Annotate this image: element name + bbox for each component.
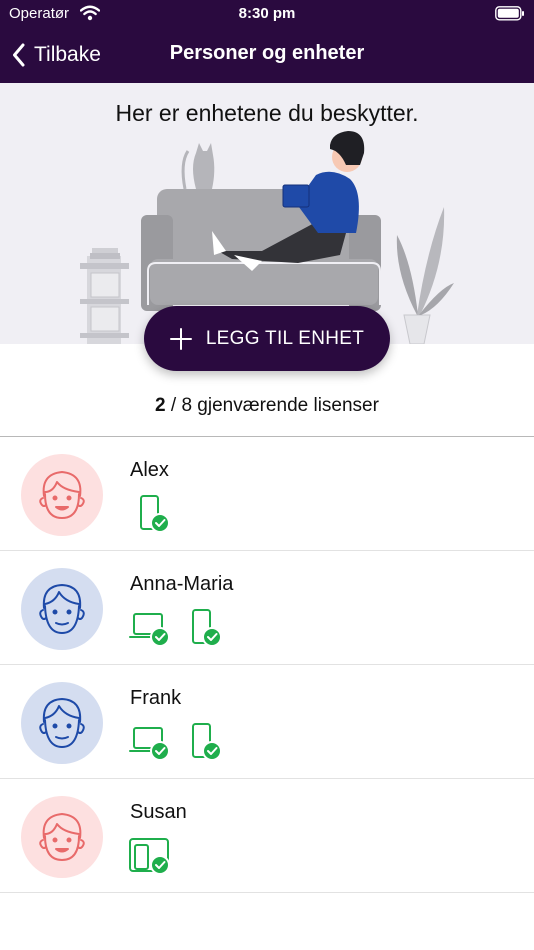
avatar xyxy=(21,796,103,878)
add-device-label: LEGG TIL ENHET xyxy=(205,327,365,349)
navigation-bar: Tilbake Personer og enheter xyxy=(0,28,534,83)
laptop-protected-icon xyxy=(129,727,170,761)
adult-face-icon xyxy=(39,698,85,748)
person-name: Anna-Maria xyxy=(130,573,234,595)
hero-banner: Her er enhetene du beskytter. xyxy=(0,83,534,344)
license-count: 2 / 8 gjenværende lisenser xyxy=(0,395,534,417)
phone-protected-icon xyxy=(192,609,222,647)
back-button[interactable]: Tilbake xyxy=(12,40,101,70)
license-rest: / 8 gjenværende lisenser xyxy=(165,395,379,416)
tablet-protected-icon xyxy=(129,838,170,875)
laptop-protected-icon xyxy=(129,613,170,647)
status-time: 8:30 pm xyxy=(238,5,296,22)
person-row-alex[interactable]: Alex xyxy=(0,437,534,551)
avatar xyxy=(21,454,103,536)
person-row-anna-maria[interactable]: Anna-Maria xyxy=(0,551,534,665)
license-used: 2 xyxy=(155,395,166,416)
row-divider xyxy=(0,892,534,893)
avatar xyxy=(21,568,103,650)
plus-icon xyxy=(169,327,192,350)
person-name: Alex xyxy=(130,459,169,481)
back-label: Tilbake xyxy=(34,43,101,66)
adult-face-icon xyxy=(39,584,85,634)
chevron-left-icon xyxy=(13,43,25,67)
battery-icon xyxy=(495,6,524,21)
status-bar: Operatør 8:30 pm xyxy=(0,0,534,28)
person-name: Susan xyxy=(130,801,187,823)
person-row-frank[interactable]: Frank xyxy=(0,665,534,779)
add-device-button[interactable]: LEGG TIL ENHET xyxy=(144,306,390,371)
side-table-illustration xyxy=(80,248,129,344)
couch-illustration xyxy=(80,131,454,344)
phone-protected-icon xyxy=(192,723,222,761)
child-face-icon xyxy=(39,471,85,519)
cat-illustration xyxy=(181,143,215,190)
child-face-icon xyxy=(39,813,85,861)
person-row-susan[interactable]: Susan xyxy=(0,779,534,893)
plant-illustration xyxy=(396,207,454,344)
avatar xyxy=(21,682,103,764)
phone-protected-icon xyxy=(140,495,170,533)
person-name: Frank xyxy=(130,687,182,709)
